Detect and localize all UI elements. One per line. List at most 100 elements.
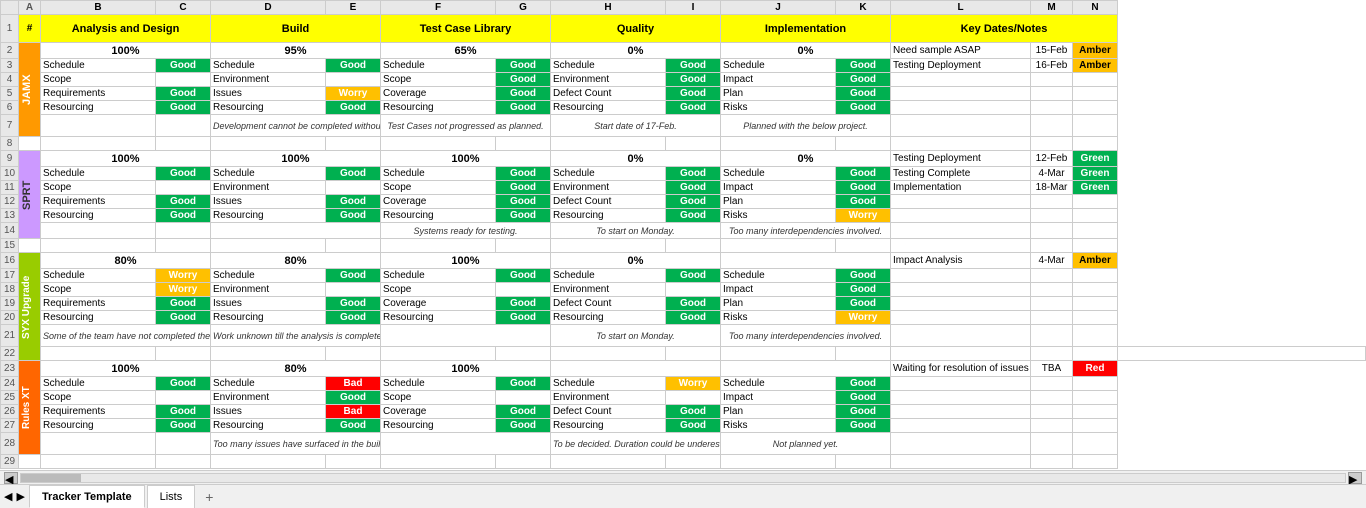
jamx-date1: 15-Feb (1031, 43, 1073, 59)
sprt-quality-status-defect: Good (666, 195, 721, 209)
jamx-build-status-schedule: Good (326, 59, 381, 73)
jamx-analysis-status-req: Good (156, 87, 211, 101)
row-27-num: 27 (1, 419, 19, 433)
jamx-empty-note3 (891, 101, 1031, 115)
sprt-pct-impl: 0% (721, 151, 891, 167)
syx-quality-status-res: Good (666, 311, 721, 325)
syx-tcl-label-schedule: Schedule (381, 269, 496, 283)
row-14-num: 14 (1, 223, 19, 239)
syx-empty-status3 (1073, 297, 1118, 311)
syx-pct-build: 80% (211, 253, 381, 269)
syx-label: SYX Upgrade (19, 253, 41, 361)
syx-tcl-status-schedule: Good (496, 269, 551, 283)
sp29-b (41, 455, 156, 469)
sheet-area: A B C D E F G H I J K L M N 1 (0, 0, 1366, 470)
syx-pct-analysis: 80% (41, 253, 211, 269)
syx-analysis-status-req: Good (156, 297, 211, 311)
syx-impl-label-impact: Impact (721, 283, 836, 297)
sp29-m (1031, 455, 1073, 469)
jamx-impl-status-risks: Good (836, 101, 891, 115)
syx-empty-date5 (1031, 325, 1073, 347)
syx-empty-note3 (891, 297, 1031, 311)
syx-pct-quality: 0% (551, 253, 721, 269)
syx-empty-note5 (891, 325, 1031, 347)
syx-quality-status-env (666, 283, 721, 297)
sprt-empty-status2 (1073, 209, 1118, 223)
sprt-impl-status-impact: Good (836, 181, 891, 195)
sprt-row-scope: 11 Scope Environment Scope Good Environm… (1, 181, 1366, 195)
syx-empty-date3 (1031, 297, 1073, 311)
sprt-note3: Implementation (891, 181, 1031, 195)
sprt-analysis-label-req: Requirements (41, 195, 156, 209)
jamx-empty-status (1073, 73, 1118, 87)
sprt-pct-build: 100% (211, 151, 381, 167)
sprt-build-status-res: Good (326, 209, 381, 223)
rules-label: Rules XT (19, 361, 41, 455)
rules-analysis-label-req: Requirements (41, 405, 156, 419)
jamx-build-label-issues: Issues (211, 87, 326, 101)
jamx-quality-status-schedule: Good (666, 59, 721, 73)
jamx-pct-analysis: 100% (41, 43, 211, 59)
jamx-empty-note2 (891, 87, 1031, 101)
scroll-thumb[interactable] (21, 474, 81, 482)
tab-tracker-template[interactable]: Tracker Template (29, 485, 145, 508)
sprt-pct-quality: 0% (551, 151, 721, 167)
rules-impl-status-schedule: Good (836, 377, 891, 391)
syx-tcl-note (381, 325, 551, 347)
row-13-num: 13 (1, 209, 19, 223)
jamx-tcl-status-schedule: Good (496, 59, 551, 73)
rules-empty-date (1031, 377, 1073, 391)
rules-analysis-note (41, 433, 156, 455)
scroll-right-btn[interactable]: ▶ (1348, 472, 1362, 484)
rules-empty-date4 (1031, 419, 1073, 433)
col-I: I (666, 1, 721, 15)
jamx-row-resourcing: 6 Resourcing Good Resourcing Good Resour… (1, 101, 1366, 115)
sp29-l (891, 455, 1031, 469)
sheet-nav-right[interactable]: ▶ (16, 485, 24, 508)
sp15-d (211, 239, 326, 253)
build-header: Build (211, 15, 381, 43)
row-29-num: 29 (1, 455, 19, 469)
sprt-analysis-status-scope (156, 181, 211, 195)
sprt-empty-note2 (891, 209, 1031, 223)
jamx-tcl-label-coverage: Coverage (381, 87, 496, 101)
sheet-nav-left[interactable]: ◀ (4, 485, 12, 508)
sp22-d (326, 347, 381, 361)
rules-build-status-env: Good (326, 391, 381, 405)
horizontal-scrollbar[interactable]: ◀ ▶ (0, 470, 1366, 484)
syx-build-status-schedule: Good (326, 269, 381, 283)
jamx-analysis-label-schedule: Schedule (41, 59, 156, 73)
syx-row-schedule: 17 Schedule Worry Schedule Good Schedule… (1, 269, 1366, 283)
sprt-row-resourcing: 13 Resourcing Good Resourcing Good Resou… (1, 209, 1366, 223)
rules-impl-status-risks: Good (836, 419, 891, 433)
tab-add-button[interactable]: + (197, 485, 221, 508)
row-11-num: 11 (1, 181, 19, 195)
spacer-k (836, 137, 891, 151)
rules-pct-quality (551, 361, 721, 377)
jamx-analysis-note (41, 115, 156, 137)
scroll-track[interactable] (20, 473, 1346, 483)
spacer-b (41, 137, 156, 151)
jamx-empty-date2 (1031, 87, 1073, 101)
tab-lists[interactable]: Lists (147, 485, 196, 508)
jamx-impl-label-schedule: Schedule (721, 59, 836, 73)
jamx-label: JAMX (19, 43, 41, 137)
jamx-date2: 16-Feb (1031, 59, 1073, 73)
rules-empty-note4 (891, 419, 1031, 433)
jamx-analysis-status-res: Good (156, 101, 211, 115)
jamx-status2: Amber (1073, 59, 1118, 73)
sprt-build-note (211, 223, 381, 239)
scroll-left-btn[interactable]: ◀ (4, 472, 18, 484)
jamx-analysis-label-scope: Scope (41, 73, 156, 87)
sp22-e (381, 347, 496, 361)
sprt-tcl-status-schedule: Good (496, 167, 551, 181)
jamx-pct-row: 2 JAMX 100% 95% 65% 0% 0% Need sample AS… (1, 43, 1366, 59)
sp29-c (156, 455, 211, 469)
syx-pct-tcl: 100% (381, 253, 551, 269)
jamx-empty-date3 (1031, 101, 1073, 115)
syx-tcl-status-scope (496, 283, 551, 297)
rules-quality-label-env: Environment (551, 391, 666, 405)
sp15-c (156, 239, 211, 253)
rules-analysis-status-res: Good (156, 419, 211, 433)
sprt-quality-status-res: Good (666, 209, 721, 223)
